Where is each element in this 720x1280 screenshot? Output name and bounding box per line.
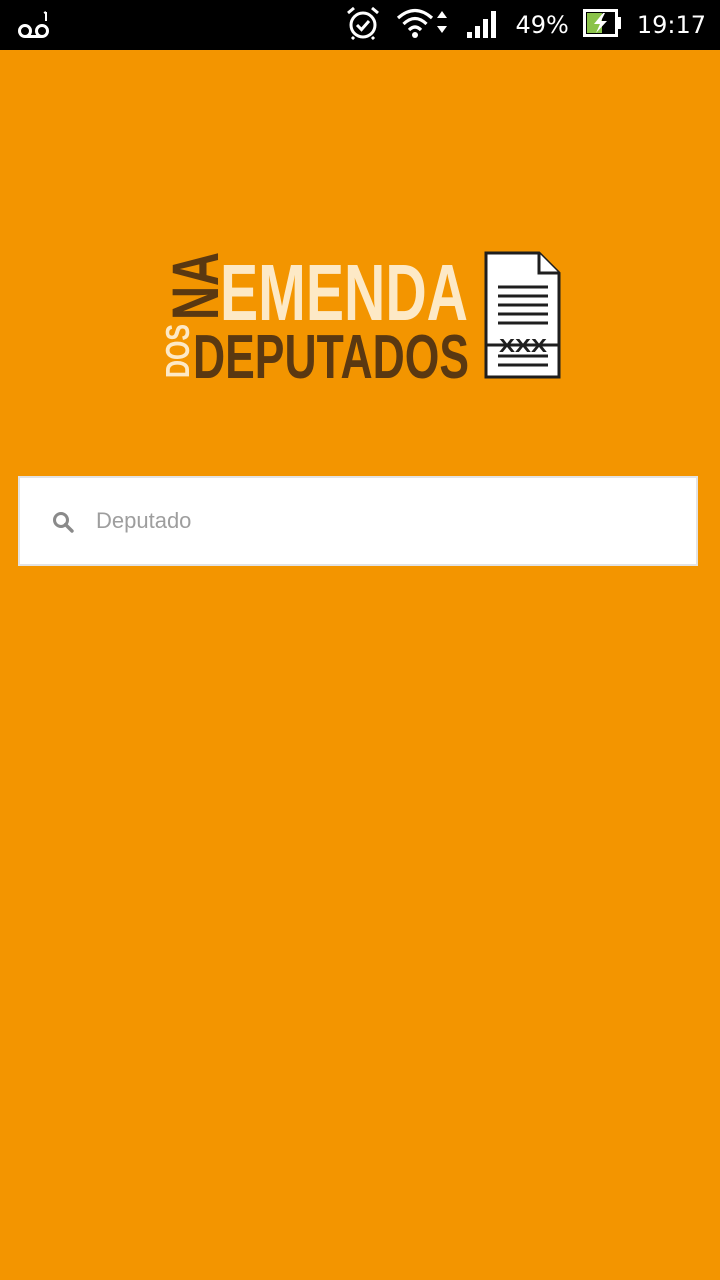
alarm-icon [345, 6, 381, 45]
clock: 19:17 [636, 11, 706, 39]
signal-icon [467, 8, 501, 43]
wifi-icon [395, 7, 453, 44]
search-bar[interactable] [18, 476, 698, 566]
battery-charging-icon [582, 8, 623, 42]
document-icon: XXX [484, 251, 561, 379]
search-icon[interactable] [52, 511, 74, 533]
app-screen: NA DOS EMENDA DEPUTADOS XXX [0, 50, 720, 1280]
battery-percent: 49% [515, 11, 569, 39]
search-input[interactable] [96, 478, 686, 564]
voicemail-icon [18, 11, 52, 44]
logo-deputados: DEPUTADOS [193, 323, 469, 380]
logo-dos: DOS [159, 324, 196, 378]
app-logo: NA DOS EMENDA DEPUTADOS XXX [158, 248, 562, 392]
status-bar: 49% 19:17 [0, 0, 720, 50]
document-marks: XXX [499, 336, 547, 356]
